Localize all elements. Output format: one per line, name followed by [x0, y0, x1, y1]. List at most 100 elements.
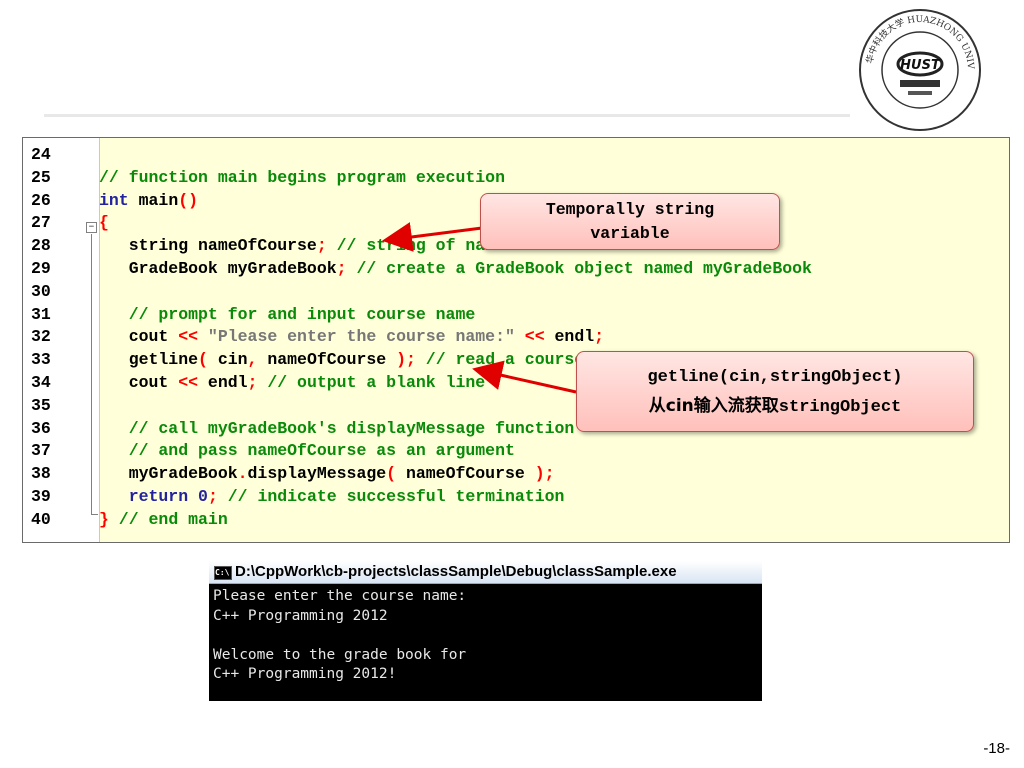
code-line: 37 // and pass nameOfCourse as an argume… [23, 440, 1009, 463]
line-number: 35 [31, 395, 51, 415]
code-token: return [99, 486, 189, 506]
line-number: 31 [31, 304, 51, 324]
line-number: 32 [31, 327, 51, 347]
code-token: << [178, 327, 199, 347]
code-token: // end main [108, 509, 228, 529]
code-token: main [128, 190, 179, 210]
console-title: D:\CppWork\cb-projects\classSample\Debug… [235, 563, 677, 580]
code-text: // function main begins program executio… [99, 167, 505, 190]
code-line: 25 // function main begins program execut… [23, 167, 1009, 190]
code-token: // and pass nameOfCourse as an argument [99, 441, 515, 461]
code-token: , [247, 350, 258, 370]
callout-text: variable [590, 224, 670, 243]
code-line: 38 myGradeBook.displayMessage( nameOfCou… [23, 463, 1009, 486]
code-token: // indicate successful termination [217, 486, 565, 506]
code-token: // function main begins program executio… [99, 167, 505, 187]
code-text: getline( cin, nameOfCourse ); // read a … [99, 349, 634, 372]
code-line: 32 cout << "Please enter the course name… [23, 326, 1009, 349]
code-token: "Please enter the course name:" [198, 327, 525, 347]
line-number: 24 [31, 145, 51, 164]
console-output: Please enter the course name: C++ Progra… [213, 588, 467, 682]
code-text: { [99, 212, 109, 235]
code-token: // output a blank line [257, 372, 486, 392]
code-text: return 0; // indicate successful termina… [99, 486, 565, 509]
code-token: ( [386, 464, 397, 484]
code-line: 40} // end main [23, 509, 1009, 532]
code-token: { [99, 213, 109, 233]
line-number: 39 [31, 486, 51, 506]
code-token: << [178, 372, 199, 392]
code-text: // and pass nameOfCourse as an argument [99, 440, 515, 463]
code-token: ( [198, 350, 208, 370]
console-title-bar[interactable]: C:\ D:\CppWork\cb-projects\classSample\D… [209, 561, 762, 584]
callout-text-mixed: 从cin输入流获取stringObject [577, 392, 973, 422]
callout-text: Temporally string [545, 200, 715, 219]
callout-text-chinese: 从cin输入流获取 [648, 396, 779, 416]
code-token: endl [544, 327, 595, 347]
code-token: endl [198, 372, 248, 392]
line-number: 30 [31, 281, 51, 301]
code-text: // prompt for and input course name [99, 304, 476, 327]
code-text: } // end main [99, 509, 228, 532]
code-text: GradeBook myGradeBook; // create a Grade… [99, 258, 812, 281]
code-token: // call myGradeBook's displayMessage fun… [99, 418, 575, 438]
console-window: C:\ D:\CppWork\cb-projects\classSample\D… [209, 561, 762, 701]
line-number: 26 [31, 190, 51, 210]
code-line: 30 [23, 281, 1009, 304]
code-token: cout [99, 372, 179, 392]
code-token: int [99, 190, 129, 210]
code-token: nameOfCourse [257, 350, 397, 370]
code-token: ; [247, 372, 258, 392]
svg-text:HUST: HUST [900, 58, 941, 73]
code-line: 29 GradeBook myGradeBook; // create a Gr… [23, 258, 1009, 281]
line-number: 33 [31, 350, 51, 370]
line-number: 27 [31, 213, 51, 233]
console-icon: C:\ [214, 566, 232, 580]
code-token: ); [534, 464, 555, 484]
code-line: 31 // prompt for and input course name [23, 304, 1009, 327]
line-number: 40 [31, 509, 51, 529]
code-token: } [99, 509, 109, 529]
code-token: GradeBook myGradeBook [99, 258, 337, 278]
line-number: 34 [31, 372, 51, 392]
page-number: -18- [983, 740, 1010, 757]
university-seal-logo: 华中科技大学 HUAZHONG UNIVERSITY OF SCIENCE AN… [858, 8, 981, 131]
line-number: 37 [31, 441, 51, 461]
line-number: 36 [31, 418, 51, 438]
code-line: 39 return 0; // indicate successful term… [23, 486, 1009, 509]
code-token: () [178, 190, 199, 210]
callout-text: getline(cin,stringObject) [647, 368, 903, 387]
code-line: 24 [23, 144, 1009, 167]
code-token: cin [207, 350, 248, 370]
line-number: 29 [31, 258, 51, 278]
line-number: 28 [31, 236, 51, 256]
code-token: 0 [198, 486, 208, 506]
callout-temporary-string: Temporally string variable [480, 193, 780, 250]
code-text: cout << "Please enter the course name:" … [99, 326, 604, 349]
header-divider [44, 114, 850, 117]
code-token: cout [99, 327, 179, 347]
code-token: getline [99, 350, 199, 370]
code-token: ; [316, 236, 327, 256]
code-token: string nameOfCourse [99, 236, 317, 256]
line-number: 25 [31, 167, 51, 187]
code-token: displayMessage [247, 464, 387, 484]
callout-text: stringObject [778, 398, 902, 417]
callout-getline: getline(cin,stringObject) 从cin输入流获取strin… [576, 351, 974, 432]
code-token: ; [594, 327, 605, 347]
code-text: // call myGradeBook's displayMessage fun… [99, 418, 575, 441]
code-token: // create a GradeBook object named myGra… [346, 258, 812, 278]
code-token: ; [207, 486, 218, 506]
code-token: ; [336, 258, 347, 278]
code-token: nameOfCourse [396, 464, 535, 484]
code-text: myGradeBook.displayMessage( nameOfCourse… [99, 463, 555, 486]
code-token: // prompt for and input course name [99, 304, 476, 324]
line-number: 38 [31, 464, 51, 484]
code-token: ); [396, 350, 416, 370]
code-token: myGradeBook [99, 464, 238, 484]
code-token: . [237, 464, 248, 484]
code-text: cout << endl; // output a blank line [99, 372, 486, 395]
code-text: int main() [99, 190, 198, 213]
code-token: << [524, 327, 545, 347]
